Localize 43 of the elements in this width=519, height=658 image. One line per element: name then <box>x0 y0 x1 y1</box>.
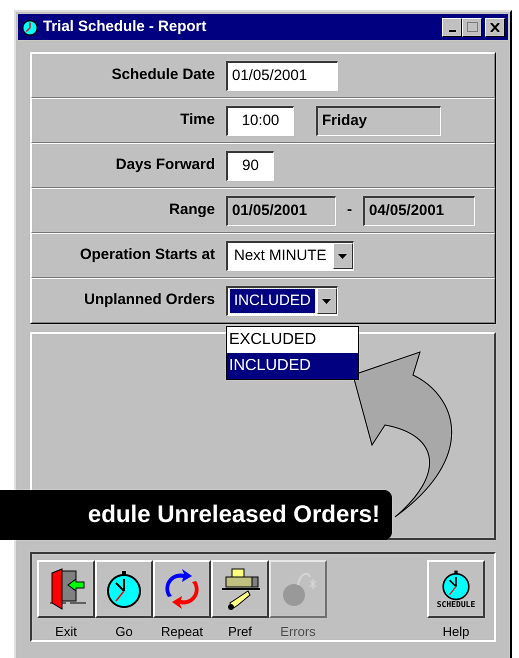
day-display: Friday <box>316 106 441 136</box>
callout-text: edule Unreleased Orders! <box>88 500 380 530</box>
minimize-button[interactable] <box>442 18 462 36</box>
date-field[interactable]: 01/05/2001 <box>226 60 338 90</box>
dropdown-field[interactable]: INCLUDED <box>226 286 338 316</box>
range-start-display: 01/05/2001 <box>226 196 336 226</box>
icon-caption: SCHEDULE <box>436 601 476 609</box>
maximize-icon <box>466 22 478 32</box>
time-field[interactable]: 10:00 <box>226 106 294 136</box>
field-label: Range <box>168 200 215 220</box>
close-button[interactable] <box>485 18 505 36</box>
dropdown-value: INCLUDED <box>230 289 315 313</box>
close-icon <box>490 22 500 32</box>
field-label: Operation Starts at <box>78 245 215 266</box>
toolbar-button[interactable] <box>211 560 269 618</box>
dropdown-field[interactable]: Next MINUTE <box>226 240 354 270</box>
dropdown-option[interactable]: EXCLUDED <box>227 326 358 352</box>
field-label: Time <box>179 110 215 130</box>
range-separator: - <box>347 200 352 220</box>
toolbar-button[interactable]: SCHEDULE <box>427 560 485 618</box>
field-label: Days Forward <box>114 155 215 176</box>
field-label: Schedule Date <box>110 65 215 86</box>
dropdown-option[interactable]: INCLUDED <box>227 352 358 378</box>
toolbar-button[interactable] <box>37 560 95 618</box>
maximize-button[interactable] <box>462 18 482 36</box>
stopwatch-icon <box>21 18 39 36</box>
toolbar-label: Exit <box>55 623 77 641</box>
dropdown-value: Next MINUTE <box>233 246 328 266</box>
toolbar-button[interactable] <box>153 560 211 618</box>
toolbar-label: Go <box>115 623 133 641</box>
stopwatch-icon <box>104 569 144 609</box>
minimize-icon <box>448 30 456 32</box>
field-label: Unplanned Orders <box>83 290 215 310</box>
window-title: Trial Schedule - Report <box>43 16 208 37</box>
toolbar-label: Errors <box>280 623 316 641</box>
days-field[interactable]: 90 <box>226 150 274 180</box>
caret-icon[interactable] <box>332 243 353 269</box>
toolbar-label: Help <box>442 623 470 641</box>
toolbar-button[interactable] <box>95 560 153 618</box>
toolbar-label: Repeat <box>161 623 203 641</box>
range-end-display: 04/05/2001 <box>363 196 475 226</box>
toolbar-label: Pref <box>228 623 252 641</box>
caret-icon[interactable] <box>316 288 337 314</box>
